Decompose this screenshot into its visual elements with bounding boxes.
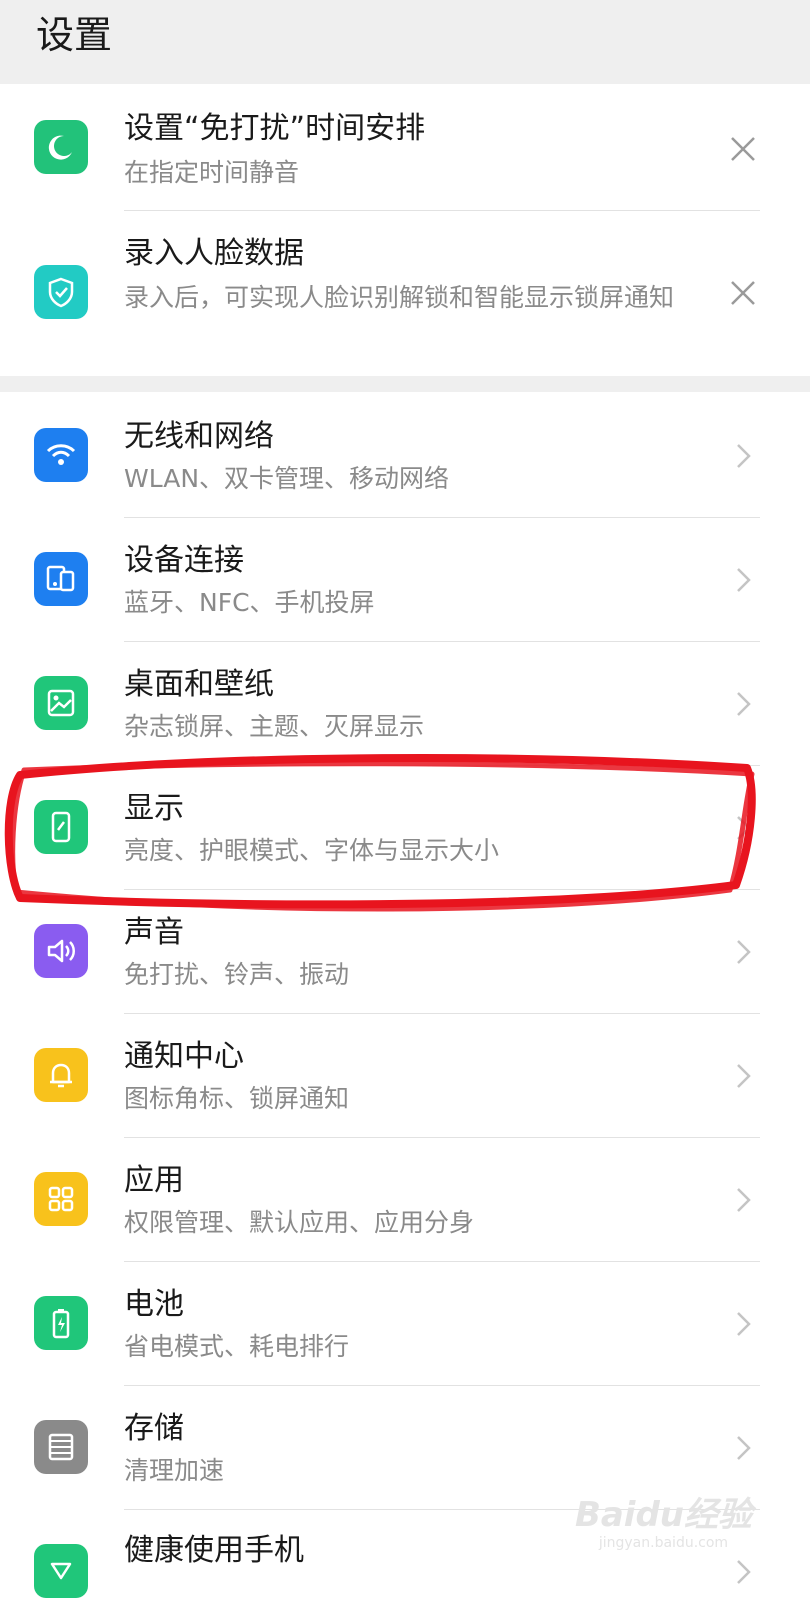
- settings-item-subtitle: WLAN、双卡管理、移动网络: [124, 464, 450, 493]
- wifi-icon: [34, 428, 88, 482]
- close-icon[interactable]: [730, 280, 756, 306]
- settings-item-title: 设备连接: [124, 543, 244, 578]
- settings-item-title: 声音: [124, 915, 184, 950]
- speaker-icon: [34, 924, 88, 978]
- section-gap: [0, 376, 810, 392]
- settings-item-notification-center[interactable]: 通知中心 图标角标、锁屏通知: [0, 1014, 796, 1137]
- device-connect-icon: [34, 552, 88, 606]
- settings-item-title: 健康使用手机: [124, 1533, 304, 1568]
- settings-item-subtitle: 清理加速: [124, 1456, 225, 1485]
- settings-item-apps[interactable]: 应用 权限管理、默认应用、应用分身: [0, 1138, 796, 1261]
- chevron-right-icon: [737, 1560, 751, 1584]
- chevron-right-icon: [737, 1436, 751, 1460]
- settings-item-title: 应用: [124, 1163, 184, 1198]
- shield-check-icon: [34, 265, 88, 319]
- chevron-right-icon: [737, 692, 751, 716]
- chevron-right-icon: [737, 816, 751, 840]
- settings-item-desktop-wallpaper[interactable]: 桌面和壁纸 杂志锁屏、主题、灭屏显示: [0, 642, 796, 765]
- suggestion-subtitle: 在指定时间静音: [124, 158, 300, 187]
- suggestion-item-face-data[interactable]: 录入人脸数据 录入后，可实现人脸识别解锁和智能显示锁屏通知: [0, 211, 796, 376]
- settings-item-display[interactable]: 显示 亮度、护眼模式、字体与显示大小: [0, 766, 796, 889]
- suggestion-item-do-not-disturb[interactable]: 设置“免打扰”时间安排 在指定时间静音: [0, 84, 796, 210]
- storage-icon: [34, 1420, 88, 1474]
- settings-item-subtitle: 杂志锁屏、主题、灭屏显示: [124, 712, 425, 741]
- wallpaper-icon: [34, 676, 88, 730]
- display-icon: [34, 800, 88, 854]
- watermark-url: jingyan.baidu.com: [598, 1535, 729, 1551]
- settings-item-subtitle: 蓝牙、NFC、手机投屏: [124, 588, 375, 617]
- settings-list: 无线和网络 WLAN、双卡管理、移动网络 设备连接 蓝牙、NFC、手机投屏 桌面…: [0, 392, 796, 1600]
- settings-item-title: 桌面和壁纸: [124, 667, 274, 702]
- settings-item-title: 存储: [124, 1411, 184, 1446]
- settings-item-title: 无线和网络: [124, 419, 274, 454]
- suggestions-card: 设置“免打扰”时间安排 在指定时间静音 录入人脸数据 录入后，可实现人脸识别解锁…: [0, 84, 796, 376]
- chevron-right-icon: [737, 1188, 751, 1212]
- settings-item-sound[interactable]: 声音 免打扰、铃声、振动: [0, 890, 796, 1013]
- suggestion-subtitle: 录入后，可实现人脸识别解锁和智能显示锁屏通知: [124, 283, 675, 312]
- battery-icon: [34, 1296, 88, 1350]
- settings-item-title: 显示: [124, 791, 184, 826]
- chevron-right-icon: [737, 1312, 751, 1336]
- settings-item-battery[interactable]: 电池 省电模式、耗电排行: [0, 1262, 796, 1385]
- moon-icon: [34, 120, 88, 174]
- settings-item-subtitle: 免打扰、铃声、振动: [124, 960, 350, 989]
- settings-item-device-connection[interactable]: 设备连接 蓝牙、NFC、手机投屏: [0, 518, 796, 641]
- suggestion-title: 录入人脸数据: [124, 236, 304, 271]
- page-title: 设置: [36, 13, 113, 57]
- settings-item-subtitle: 权限管理、默认应用、应用分身: [124, 1208, 475, 1237]
- settings-item-subtitle: 省电模式、耗电排行: [124, 1332, 350, 1361]
- watermark: Baidu经验 jingyan.baidu.com: [575, 1496, 752, 1552]
- settings-item-subtitle: 图标角标、锁屏通知: [124, 1084, 350, 1113]
- health-icon: [34, 1544, 88, 1598]
- settings-item-storage[interactable]: 存储 清理加速: [0, 1386, 796, 1509]
- suggestion-title: 设置“免打扰”时间安排: [124, 111, 426, 146]
- settings-item-subtitle: 亮度、护眼模式、字体与显示大小: [124, 836, 500, 865]
- apps-grid-icon: [34, 1172, 88, 1226]
- chevron-right-icon: [737, 1064, 751, 1088]
- header-bar: 设置: [0, 0, 810, 84]
- settings-item-title: 电池: [124, 1287, 184, 1322]
- chevron-right-icon: [737, 444, 751, 468]
- chevron-right-icon: [737, 568, 751, 592]
- close-icon[interactable]: [730, 136, 756, 162]
- bell-icon: [34, 1048, 88, 1102]
- watermark-logo: Baidu经验: [574, 1495, 752, 1535]
- settings-item-title: 通知中心: [124, 1039, 244, 1074]
- chevron-right-icon: [737, 940, 751, 964]
- settings-item-wireless-network[interactable]: 无线和网络 WLAN、双卡管理、移动网络: [0, 392, 796, 517]
